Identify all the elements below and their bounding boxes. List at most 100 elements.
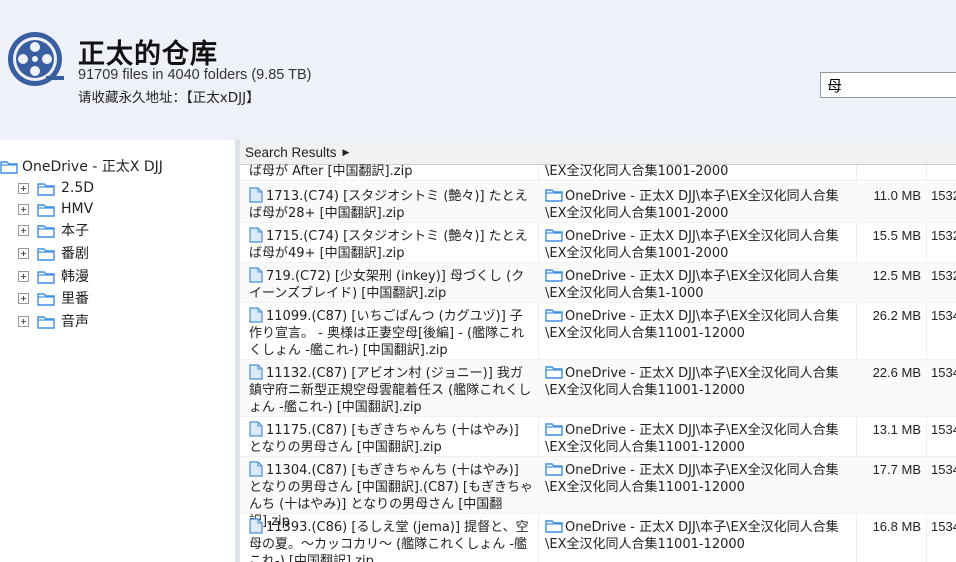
expand-icon[interactable]: [18, 270, 29, 282]
folder-icon: [545, 463, 563, 476]
results-header[interactable]: Search Results ▶: [240, 140, 956, 165]
file-name[interactable]: 11132.(C87) [アビオン村 (ジョニー)] 我ガ鎮守府ニ新型正規空母雲…: [249, 364, 534, 416]
tree-item-label: HMV: [61, 201, 94, 217]
expand-icon[interactable]: [18, 315, 29, 327]
site-title: 正太的仓库: [78, 39, 218, 70]
folder-icon: [545, 520, 563, 533]
file-path-text: OneDrive - 正太X DJJ\本子\EX全汉化同人合集\EX全汉化同人合…: [545, 269, 839, 301]
tree-item-benzi[interactable]: 本子: [18, 219, 89, 241]
tree-item-fanju[interactable]: 番剧: [18, 242, 89, 264]
file-path-text: OneDrive - 正太X DJJ\本子\EX全汉化同人合集\EX全汉化同人合…: [545, 463, 839, 495]
file-name[interactable]: 719.(C72) [少女架刑 (inkey)] 母づくし (クイーンズブレイド…: [249, 267, 534, 302]
file-path: OneDrive - 正太X DJJ\本子\EX全汉化同人合集\EX全汉化同人合…: [545, 518, 845, 553]
file-path: \EX全汉化同人合集1001-2000: [545, 164, 729, 179]
file-path-text: OneDrive - 正太X DJJ\本子\EX全汉化同人合集\EX全汉化同人合…: [545, 423, 839, 455]
file-path-text: OneDrive - 正太X DJJ\本子\EX全汉化同人合集\EX全汉化同人合…: [545, 366, 839, 398]
tree-root-onedrive[interactable]: OneDrive - 正太X DJJ: [0, 155, 163, 177]
search-input[interactable]: [820, 72, 956, 98]
table-row[interactable]: 11393.(C86) [るしえ堂 (jema)] 提督と、空母の夏。～カッコカ…: [240, 514, 956, 562]
table-row[interactable]: 11175.(C87) [もぎきちゃんち (十はやみ)] となりの男母さん [中…: [240, 417, 956, 457]
file-path: OneDrive - 正太X DJJ\本子\EX全汉化同人合集\EX全汉化同人合…: [545, 187, 845, 222]
table-row[interactable]: 719.(C72) [少女架刑 (inkey)] 母づくし (クイーンズブレイド…: [240, 263, 956, 303]
file-name-text: 11132.(C87) [アビオン村 (ジョニー)] 我ガ鎮守府ニ新型正規空母雲…: [249, 366, 532, 415]
expand-icon[interactable]: [18, 224, 29, 236]
file-name[interactable]: ば母が After [中国翻訳].zip: [249, 163, 534, 180]
folder-icon: [0, 160, 18, 174]
file-size: 15.5 MB: [872, 228, 921, 243]
folder-icon: [37, 270, 55, 284]
file-name-text: 1715.(C74) [スタジオシトミ (艶々)] たとえば母が49+ [中国翻…: [249, 229, 528, 261]
file-name[interactable]: 11175.(C87) [もぎきちゃんち (十はやみ)] となりの男母さん [中…: [249, 421, 534, 456]
file-size: 26.2 MB: [872, 308, 921, 323]
file-name-text: 11099.(C87) [いちごぱんつ (カグユヅ)] 子作り宣言。 - 奥様は…: [249, 309, 525, 358]
file-date: 1532: [931, 188, 956, 203]
file-name[interactable]: 1715.(C74) [スタジオシトミ (艶々)] たとえば母が49+ [中国翻…: [249, 227, 534, 262]
table-row[interactable]: 11304.(C87) [もぎきちゃんち (十はやみ)] となりの男母さん [中…: [240, 457, 956, 529]
folder-icon: [37, 224, 55, 238]
file-date: 1534: [931, 308, 956, 323]
folder-icon: [545, 366, 563, 379]
search-results-panel: Search Results ▶ ば母が After [中国翻訳].zip \E…: [240, 140, 956, 562]
file-icon: [249, 307, 263, 323]
file-path: OneDrive - 正太X DJJ\本子\EX全汉化同人合集\EX全汉化同人合…: [545, 421, 845, 456]
table-row[interactable]: 1715.(C74) [スタジオシトミ (艶々)] たとえば母が49+ [中国翻…: [240, 223, 956, 263]
file-path-text: OneDrive - 正太X DJJ\本子\EX全汉化同人合集\EX全汉化同人合…: [545, 189, 839, 221]
file-size: 16.8 MB: [872, 519, 921, 534]
file-icon: [249, 421, 263, 437]
file-date: 1534: [931, 422, 956, 437]
file-size: 17.7 MB: [872, 462, 921, 477]
tree-root-label: OneDrive - 正太X DJJ: [22, 159, 163, 175]
file-path-text: OneDrive - 正太X DJJ\本子\EX全汉化同人合集\EX全汉化同人合…: [545, 229, 839, 261]
folder-icon: [545, 309, 563, 322]
file-name-text: 1713.(C74) [スタジオシトミ (艶々)] たとえば母が28+ [中国翻…: [249, 189, 528, 221]
header: 正太的仓库 91709 files in 4040 folders (9.85 …: [0, 0, 956, 140]
tree-item-hmv[interactable]: HMV: [18, 198, 93, 220]
folder-icon: [545, 423, 563, 436]
tree-item-label: 音声: [61, 314, 89, 330]
tree-item-lifan[interactable]: 里番: [18, 287, 89, 309]
folder-icon: [545, 189, 563, 202]
tree-item-label: 韩漫: [61, 269, 89, 285]
file-name-text: 11393.(C86) [るしえ堂 (jema)] 提督と、空母の夏。～カッコカ…: [249, 520, 529, 562]
tree-item-hanman[interactable]: 韩漫: [18, 265, 89, 287]
table-row[interactable]: 11099.(C87) [いちごぱんつ (カグユヅ)] 子作り宣言。 - 奥様は…: [240, 303, 956, 360]
file-date: 1532: [931, 228, 956, 243]
tree-item-label: 番剧: [61, 246, 89, 262]
expand-icon[interactable]: [18, 182, 29, 194]
folder-icon: [37, 292, 55, 306]
file-name[interactable]: 11393.(C86) [るしえ堂 (jema)] 提督と、空母の夏。～カッコカ…: [249, 518, 534, 562]
file-path-text: OneDrive - 正太X DJJ\本子\EX全汉化同人合集\EX全汉化同人合…: [545, 520, 839, 552]
file-path: OneDrive - 正太X DJJ\本子\EX全汉化同人合集\EX全汉化同人合…: [545, 307, 845, 342]
tree-item-label: 里番: [61, 291, 89, 307]
file-date: 1532: [931, 268, 956, 283]
folder-icon: [37, 247, 55, 261]
expand-icon[interactable]: [18, 247, 29, 259]
file-path: OneDrive - 正太X DJJ\本子\EX全汉化同人合集\EX全汉化同人合…: [545, 227, 845, 262]
tree-item-yinsheng[interactable]: 音声: [18, 310, 89, 332]
file-size: 13.1 MB: [872, 422, 921, 437]
file-path: OneDrive - 正太X DJJ\本子\EX全汉化同人合集\EX全汉化同人合…: [545, 267, 845, 302]
expand-icon[interactable]: [18, 292, 29, 304]
table-row[interactable]: ば母が After [中国翻訳].zip \EX全汉化同人合集1001-2000: [240, 163, 956, 181]
folder-icon: [545, 229, 563, 242]
file-name-text: 719.(C72) [少女架刑 (inkey)] 母づくし (クイーンズブレイド…: [249, 269, 525, 301]
file-path-text: OneDrive - 正太X DJJ\本子\EX全汉化同人合集\EX全汉化同人合…: [545, 309, 839, 341]
folder-icon: [37, 182, 55, 196]
file-size: 12.5 MB: [872, 268, 921, 283]
folder-tree: OneDrive - 正太X DJJ 2.5D HMV 本子 番剧 韩漫 里番 …: [0, 152, 230, 562]
file-name[interactable]: 11099.(C87) [いちごぱんつ (カグユヅ)] 子作り宣言。 - 奥様は…: [249, 307, 534, 359]
file-date: 1534: [931, 462, 956, 477]
expand-icon[interactable]: [18, 203, 29, 215]
tree-item-2-5d[interactable]: 2.5D: [18, 177, 94, 199]
table-row[interactable]: 1713.(C74) [スタジオシトミ (艶々)] たとえば母が28+ [中国翻…: [240, 183, 956, 223]
file-size: 22.6 MB: [872, 365, 921, 380]
file-date: 1534: [931, 519, 956, 534]
folder-icon: [37, 203, 55, 217]
file-icon: [249, 187, 263, 203]
file-name-text: 11175.(C87) [もぎきちゃんち (十はやみ)] となりの男母さん [中…: [249, 423, 519, 455]
file-name[interactable]: 1713.(C74) [スタジオシトミ (艶々)] たとえば母が28+ [中国翻…: [249, 187, 534, 222]
file-icon: [249, 518, 263, 534]
file-path: OneDrive - 正太X DJJ\本子\EX全汉化同人合集\EX全汉化同人合…: [545, 364, 845, 399]
table-row[interactable]: 11132.(C87) [アビオン村 (ジョニー)] 我ガ鎮守府ニ新型正規空母雲…: [240, 360, 956, 417]
triangle-right-icon: ▶: [342, 146, 350, 157]
